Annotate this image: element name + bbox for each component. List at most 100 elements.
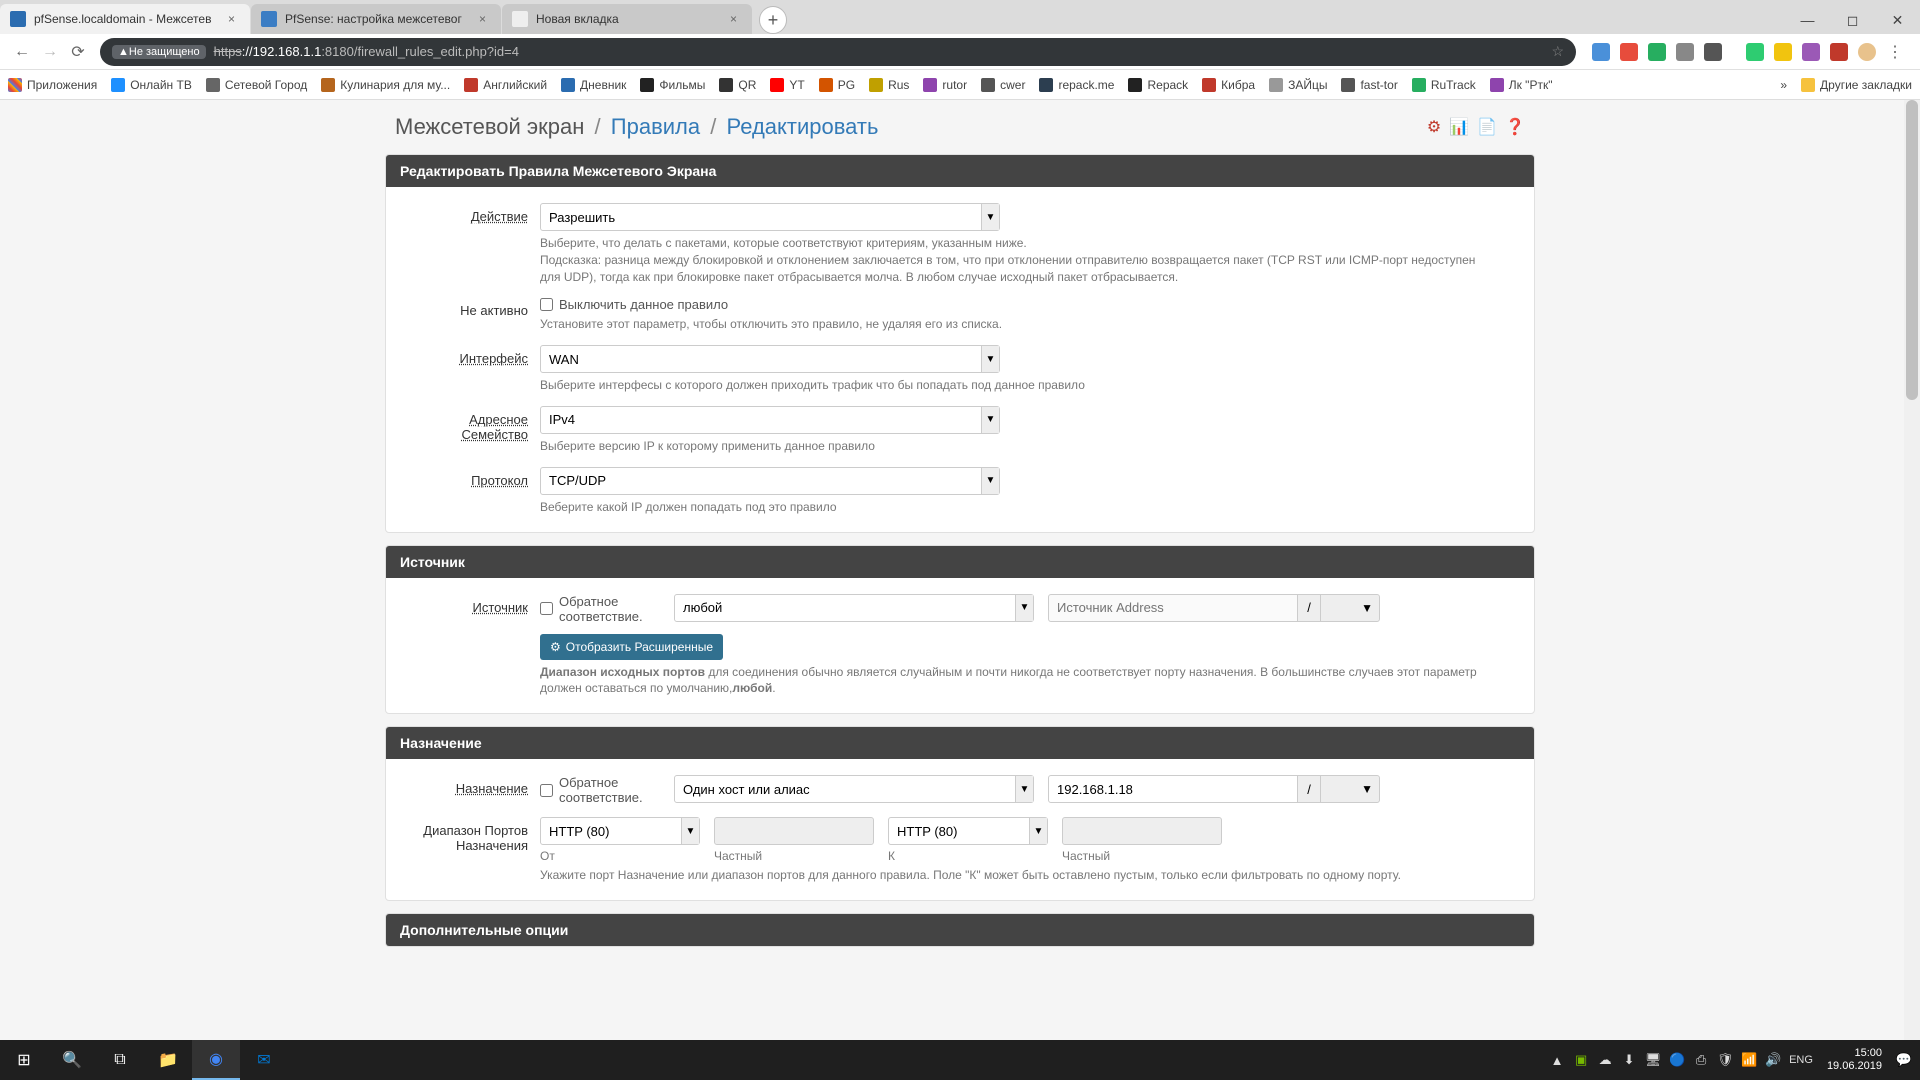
- close-window-button[interactable]: ✕: [1875, 6, 1920, 34]
- chrome-taskbar-button[interactable]: ◉: [192, 1040, 240, 1080]
- bookmark-item[interactable]: rutor: [923, 78, 967, 92]
- browser-tab[interactable]: PfSense: настройка межсетевог ×: [251, 4, 501, 34]
- select-port-from[interactable]: HTTP (80)▼: [540, 817, 700, 845]
- bookmark-item[interactable]: YT: [770, 78, 804, 92]
- extension-icon[interactable]: [1620, 43, 1638, 61]
- bookmark-item[interactable]: Кибра: [1202, 78, 1255, 92]
- language-indicator[interactable]: ENG: [1789, 1052, 1813, 1068]
- chevron-down-icon: ▼: [1361, 601, 1373, 615]
- outlook-taskbar-button[interactable]: ✉: [240, 1040, 288, 1080]
- select-action[interactable]: Разрешить▼: [540, 203, 1000, 231]
- settings-icon[interactable]: ⚙: [1427, 117, 1441, 137]
- bookmark-item[interactable]: Rus: [869, 78, 909, 92]
- apps-button[interactable]: Приложения: [8, 78, 97, 92]
- extension-icon[interactable]: [1746, 43, 1764, 61]
- select-destination-type[interactable]: Один хост или алиас▼: [674, 775, 1034, 803]
- bookmark-item[interactable]: Кулинария для му...: [321, 78, 450, 92]
- extension-icon[interactable]: [1732, 43, 1736, 61]
- help-icon[interactable]: ❓: [1505, 117, 1525, 137]
- help-text: Выберите версию IP к которому применить …: [540, 438, 1480, 455]
- bookmark-item[interactable]: Английский: [464, 78, 547, 92]
- extension-icon[interactable]: [1858, 43, 1876, 61]
- file-explorer-button[interactable]: 📁: [144, 1040, 192, 1080]
- scrollbar-thumb[interactable]: [1906, 100, 1918, 400]
- extension-icon[interactable]: [1774, 43, 1792, 61]
- chevron-down-icon: ▼: [981, 204, 999, 230]
- tray-icon[interactable]: ▲: [1549, 1052, 1565, 1068]
- select-interface[interactable]: WAN▼: [540, 345, 1000, 373]
- bookmark-item[interactable]: Сетевой Город: [206, 78, 307, 92]
- chevron-down-icon: ▼: [981, 407, 999, 433]
- bookmark-item[interactable]: Лк "Ртк": [1490, 78, 1553, 92]
- tray-icon[interactable]: ▣: [1573, 1052, 1589, 1068]
- bookmark-item[interactable]: fast-tor: [1341, 78, 1397, 92]
- browser-tab[interactable]: Новая вкладка ×: [502, 4, 752, 34]
- select-source-type[interactable]: любой▼: [674, 594, 1034, 622]
- tray-icon[interactable]: 🛡: [1717, 1052, 1733, 1068]
- extension-icon[interactable]: [1704, 43, 1722, 61]
- tray-icon[interactable]: 🔊: [1765, 1052, 1781, 1068]
- bookmark-item[interactable]: Онлайн ТВ: [111, 78, 192, 92]
- panel-title-destination: Назначение: [386, 727, 1534, 759]
- close-icon[interactable]: ×: [228, 12, 240, 26]
- tray-icon[interactable]: ⎙: [1693, 1052, 1709, 1068]
- bookmark-overflow[interactable]: »: [1780, 78, 1787, 92]
- select-protocol[interactable]: TCP/UDP▼: [540, 467, 1000, 495]
- bookmark-item[interactable]: RuTrack: [1412, 78, 1476, 92]
- extension-icon[interactable]: [1802, 43, 1820, 61]
- browser-tab[interactable]: pfSense.localdomain - Межсетев ×: [0, 4, 250, 34]
- start-button[interactable]: ⊞: [0, 1040, 48, 1080]
- select-address-family[interactable]: IPv4▼: [540, 406, 1000, 434]
- select-destination-mask[interactable]: ▼: [1320, 775, 1380, 803]
- breadcrumb-root: Межсетевой экран: [395, 114, 584, 139]
- bookmark-item[interactable]: QR: [719, 78, 756, 92]
- tray-icon[interactable]: 🖥: [1645, 1052, 1661, 1068]
- sublabel-to: К: [888, 849, 1048, 863]
- select-port-to[interactable]: HTTP (80)▼: [888, 817, 1048, 845]
- notifications-button[interactable]: 💬: [1896, 1052, 1912, 1068]
- bookmark-item[interactable]: Фильмы: [640, 78, 705, 92]
- minimize-button[interactable]: —: [1785, 6, 1830, 34]
- scrollbar[interactable]: [1904, 100, 1920, 1040]
- extension-icon[interactable]: [1830, 43, 1848, 61]
- tray-icon[interactable]: 📶: [1741, 1052, 1757, 1068]
- menu-button[interactable]: ⋮: [1886, 43, 1904, 61]
- maximize-button[interactable]: ◻: [1830, 6, 1875, 34]
- tray-icon[interactable]: ☁: [1597, 1052, 1613, 1068]
- label-dest-port-range: Диапазон Портов Назначения: [400, 817, 540, 884]
- breadcrumb-link[interactable]: Правила: [611, 114, 700, 139]
- stats-icon[interactable]: 📊: [1449, 117, 1469, 137]
- gear-icon: ⚙: [550, 640, 561, 654]
- other-bookmarks[interactable]: Другие закладки: [1801, 78, 1912, 92]
- show-advanced-button[interactable]: ⚙Отобразить Расширенные: [540, 634, 723, 660]
- close-icon[interactable]: ×: [730, 12, 742, 26]
- extension-icon[interactable]: [1592, 43, 1610, 61]
- bookmark-star-icon[interactable]: ☆: [1551, 43, 1564, 60]
- reload-button[interactable]: ⟳: [64, 38, 92, 66]
- bookmark-item[interactable]: Дневник: [561, 78, 626, 92]
- breadcrumb-link[interactable]: Редактировать: [727, 114, 879, 139]
- bookmark-item[interactable]: ЗАЙцы: [1269, 78, 1327, 92]
- search-button[interactable]: 🔍: [48, 1040, 96, 1080]
- checkbox-src-invert[interactable]: [540, 602, 553, 615]
- tray-icon[interactable]: 🔵: [1669, 1052, 1685, 1068]
- extension-icon[interactable]: [1676, 43, 1694, 61]
- task-view-button[interactable]: ⧉: [96, 1040, 144, 1080]
- extension-icon[interactable]: [1648, 43, 1666, 61]
- clock[interactable]: 15:00 19.06.2019: [1821, 1047, 1888, 1073]
- input-destination-address[interactable]: [1048, 775, 1298, 803]
- bookmark-item[interactable]: Repack: [1128, 78, 1188, 92]
- bookmark-item[interactable]: cwer: [981, 78, 1025, 92]
- select-source-mask[interactable]: ▼: [1320, 594, 1380, 622]
- new-tab-button[interactable]: +: [759, 6, 787, 34]
- bookmark-item[interactable]: repack.me: [1039, 78, 1114, 92]
- bookmark-item[interactable]: PG: [819, 78, 855, 92]
- clock-time: 15:00: [1827, 1047, 1882, 1060]
- tray-icon[interactable]: ⬇: [1621, 1052, 1637, 1068]
- log-icon[interactable]: 📄: [1477, 117, 1497, 137]
- checkbox-dst-invert[interactable]: [540, 784, 553, 797]
- back-button[interactable]: ←: [8, 38, 36, 66]
- address-bar[interactable]: ▲ Не защищено https://192.168.1.1:8180/f…: [100, 38, 1576, 66]
- close-icon[interactable]: ×: [479, 12, 491, 26]
- checkbox-disable-rule[interactable]: [540, 298, 553, 311]
